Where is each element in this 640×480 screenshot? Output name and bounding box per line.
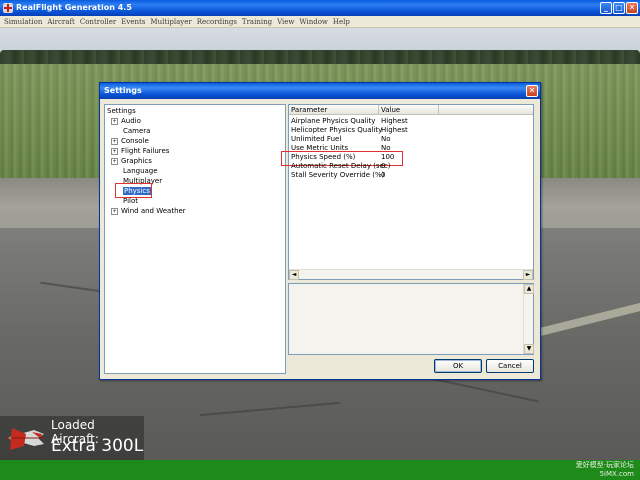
tree-item-audio[interactable]: + Audio <box>111 116 141 126</box>
tree-item-label: Wind and Weather <box>121 207 186 215</box>
tree-item-language[interactable]: Language <box>111 166 158 176</box>
tree-item-label: Pilot <box>123 197 138 205</box>
grid-row[interactable]: Stall Severity Override (%) 0 <box>289 171 533 180</box>
tree-item-label: Graphics <box>121 157 152 165</box>
minimize-button[interactable]: _ <box>600 2 612 14</box>
watermark-line-1: 愛好模型·玩家论坛 <box>575 461 634 469</box>
tree-item-flight-failures[interactable]: + Flight Failures <box>111 146 169 156</box>
menu-bar: Simulation Aircraft Controller Events Mu… <box>0 16 640 28</box>
grid-header: Parameter Value <box>289 105 533 115</box>
status-bar: 愛好模型·玩家论坛 5iMX.com <box>0 460 640 480</box>
tree-item-label: Language <box>123 167 158 175</box>
menu-training[interactable]: Training <box>240 18 274 26</box>
expand-icon[interactable]: + <box>111 157 118 165</box>
horizontal-scrollbar[interactable]: ◄ ► <box>289 269 533 280</box>
parameter-value[interactable]: Highest <box>381 117 408 126</box>
parameter-grid: Parameter Value Airplane Physics Quality… <box>281 104 534 280</box>
parameter-name: Helicopter Physics Quality <box>291 126 383 134</box>
grid-row[interactable]: Automatic Reset Delay (sec) 0 <box>289 162 533 171</box>
menu-help[interactable]: Help <box>331 18 352 26</box>
watermark-line-2: 5iMX.com <box>599 470 634 478</box>
menu-events[interactable]: Events <box>119 18 147 26</box>
maximize-button[interactable]: □ <box>613 2 625 14</box>
cancel-button[interactable]: Cancel <box>486 359 534 373</box>
scroll-right-icon[interactable]: ► <box>523 270 533 280</box>
close-button[interactable]: ✕ <box>626 2 638 14</box>
menu-simulation[interactable]: Simulation <box>2 18 44 26</box>
parameter-value[interactable]: 0 <box>381 162 385 171</box>
expand-icon[interactable]: + <box>111 207 118 215</box>
description-panel: ▲ ▼ <box>288 283 534 355</box>
tree-item-label: Flight Failures <box>121 147 170 155</box>
menu-recordings[interactable]: Recordings <box>195 18 239 26</box>
settings-tree: Settings + Audio Camera + Console + Flight … <box>104 104 286 374</box>
tree-item-console[interactable]: + Console <box>111 136 149 146</box>
dialog-titlebar[interactable]: Settings ✕ <box>100 83 540 99</box>
menu-aircraft[interactable]: Aircraft <box>45 18 76 26</box>
tree-item-pilot[interactable]: Pilot <box>111 196 138 206</box>
scroll-down-icon[interactable]: ▼ <box>524 344 534 354</box>
menu-window[interactable]: Window <box>297 18 330 26</box>
grid-row[interactable]: Helicopter Physics Quality Highest <box>289 126 533 135</box>
menu-multiplayer[interactable]: Multiplayer <box>148 18 193 26</box>
parameter-value[interactable]: 0 <box>381 171 385 180</box>
grid-row[interactable]: Unlimited Fuel No <box>289 135 533 144</box>
parameter-name: Unlimited Fuel <box>291 135 342 143</box>
tree-item-camera[interactable]: Camera <box>111 126 150 136</box>
ok-button[interactable]: OK <box>434 359 482 373</box>
expand-icon[interactable]: + <box>111 117 118 125</box>
expand-icon[interactable]: + <box>111 147 118 155</box>
tree-item-label: Console <box>121 137 149 145</box>
tree-item-label: Audio <box>121 117 141 125</box>
column-header-value[interactable]: Value <box>379 105 439 115</box>
vertical-scrollbar[interactable]: ▲ ▼ <box>523 284 534 354</box>
scroll-up-icon[interactable]: ▲ <box>524 284 534 294</box>
menu-controller[interactable]: Controller <box>78 18 118 26</box>
window-controls: _ □ ✕ <box>600 2 638 14</box>
loaded-aircraft-panel: Loaded Aircraft: Extra 300L <box>0 416 144 460</box>
parameter-value[interactable]: Highest <box>381 126 408 135</box>
watermark: 愛好模型·玩家论坛 5iMX.com <box>576 461 634 479</box>
treeline <box>0 50 640 64</box>
menu-view[interactable]: View <box>275 18 296 26</box>
aircraft-name: Extra 300L <box>51 436 144 456</box>
parameter-value[interactable]: No <box>381 135 391 144</box>
parameter-name: Automatic Reset Delay (sec) <box>291 162 391 170</box>
dialog-title: Settings <box>104 86 142 95</box>
app-title: RealFlight Generation 4.5 <box>16 3 132 12</box>
scroll-left-icon[interactable]: ◄ <box>289 270 299 280</box>
settings-dialog: Settings ✕ Settings + Audio Camera + Conso… <box>99 82 541 380</box>
airplane-icon <box>6 428 44 450</box>
expand-icon[interactable]: + <box>111 137 118 145</box>
tree-item-label: Camera <box>123 127 151 135</box>
column-header-parameter[interactable]: Parameter <box>289 105 379 115</box>
tree-root[interactable]: Settings <box>107 107 136 115</box>
tree-item-graphics[interactable]: + Graphics <box>111 156 152 166</box>
app-icon <box>3 3 13 13</box>
parameter-name: Airplane Physics Quality <box>291 117 376 125</box>
parameter-name: Stall Severity Override (%) <box>291 171 385 179</box>
app-titlebar[interactable]: RealFlight Generation 4.5 _ □ ✕ <box>0 0 640 16</box>
tree-item-wind-and-weather[interactable]: + Wind and Weather <box>111 206 186 216</box>
dialog-close-button[interactable]: ✕ <box>526 85 538 97</box>
grid-row[interactable]: Airplane Physics Quality Highest <box>289 117 533 126</box>
